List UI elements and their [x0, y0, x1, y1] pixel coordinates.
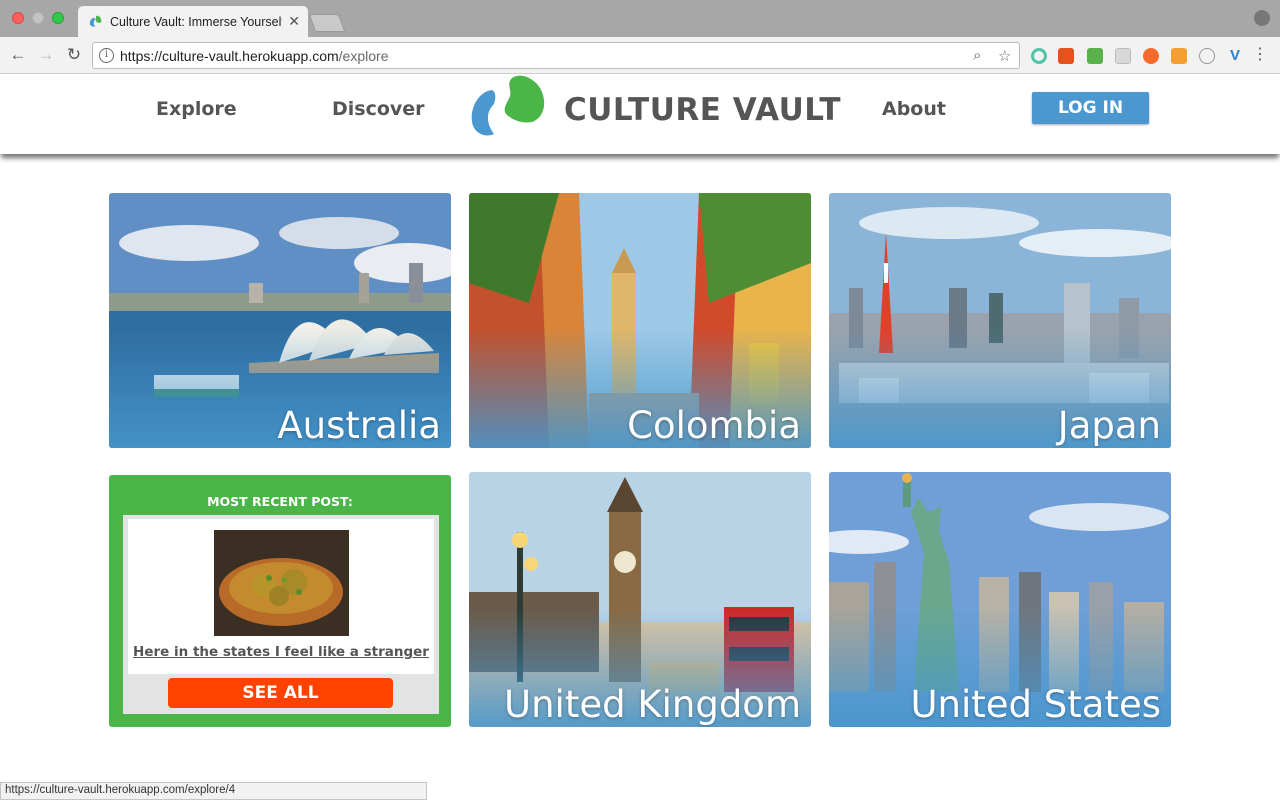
url-host: https://culture-vault.herokuapp.com	[120, 48, 339, 64]
nav-about[interactable]: About	[882, 98, 946, 120]
bookmark-star-icon[interactable]: ☆	[998, 47, 1011, 65]
country-label[interactable]: Colombia	[627, 404, 801, 447]
url-text[interactable]: https://culture-vault.herokuapp.com/expl…	[120, 48, 388, 64]
country-label[interactable]: Australia	[277, 404, 441, 447]
site-favicon-icon	[89, 15, 102, 27]
profile-icon[interactable]	[1254, 10, 1270, 26]
extension-icon[interactable]	[1031, 48, 1047, 64]
country-label[interactable]: United States	[910, 683, 1161, 726]
country-label[interactable]: United Kingdom	[504, 683, 801, 726]
browser-tab[interactable]: Culture Vault: Immerse Yourself ✕	[78, 6, 308, 37]
status-bar-url: https://culture-vault.herokuapp.com/expl…	[0, 782, 427, 800]
recent-post-image[interactable]	[214, 530, 349, 636]
printer-extension-icon[interactable]	[1087, 48, 1103, 64]
country-card-united-states[interactable]: United States	[829, 472, 1171, 727]
v-extension-icon[interactable]: V	[1227, 48, 1243, 64]
recent-post-card: Here in the states I feel like a strange…	[123, 515, 439, 714]
most-recent-post-panel: MOST RECENT POST: Here in the states I f…	[109, 475, 451, 727]
recent-post-body: Here in the states I feel like a strange…	[128, 519, 434, 674]
site-info-icon[interactable]: i	[99, 48, 114, 63]
circle-extension-icon[interactable]	[1199, 48, 1215, 64]
see-all-button[interactable]: SEE ALL	[168, 678, 393, 708]
browser-menu-icon[interactable]: ⋮	[1252, 47, 1268, 63]
country-card-japan[interactable]: Japan	[829, 193, 1171, 448]
recent-post-heading: MOST RECENT POST:	[207, 494, 353, 509]
tab-close-icon[interactable]: ✕	[288, 13, 300, 29]
address-bar[interactable]: i https://culture-vault.herokuapp.com/ex…	[92, 42, 1020, 69]
back-arrow-icon[interactable]: ←	[8, 45, 28, 65]
office-extension-icon[interactable]	[1058, 48, 1074, 64]
country-card-australia[interactable]: Australia	[109, 193, 451, 448]
nav-discover[interactable]: Discover	[332, 98, 425, 120]
close-window-button[interactable]	[12, 12, 24, 24]
nav-explore[interactable]: Explore	[156, 98, 237, 120]
zoom-icon[interactable]: ⌕	[973, 47, 981, 64]
recent-post-link[interactable]: Here in the states I feel like a strange…	[128, 644, 434, 660]
reload-icon[interactable]: ↻	[64, 45, 84, 65]
country-card-united-kingdom[interactable]: United Kingdom	[469, 472, 811, 727]
orange-extension-icon[interactable]	[1143, 48, 1159, 64]
new-tab-button[interactable]	[308, 14, 346, 32]
country-card-colombia[interactable]: Colombia	[469, 193, 811, 448]
url-path: /explore	[338, 48, 389, 64]
browser-tab-bar: Culture Vault: Immerse Yourself ✕	[0, 0, 1280, 37]
logo-text[interactable]: CULTURE VAULT	[564, 92, 841, 128]
forward-arrow-icon[interactable]: →	[36, 45, 56, 65]
login-button[interactable]: LOG IN	[1032, 92, 1149, 124]
site-header: Explore Discover CULTURE VAULT About LOG…	[0, 74, 1280, 154]
culture-vault-logo-icon[interactable]	[470, 74, 548, 138]
country-label[interactable]: Japan	[1058, 404, 1161, 447]
tab-title: Culture Vault: Immerse Yourself	[110, 15, 282, 29]
browser-toolbar: ← → ↻ i https://culture-vault.herokuapp.…	[0, 37, 1280, 74]
maximize-window-button[interactable]	[52, 12, 64, 24]
minimize-window-button[interactable]	[32, 12, 44, 24]
badge-extension-icon[interactable]	[1171, 48, 1187, 64]
grid-extension-icon[interactable]	[1115, 48, 1131, 64]
